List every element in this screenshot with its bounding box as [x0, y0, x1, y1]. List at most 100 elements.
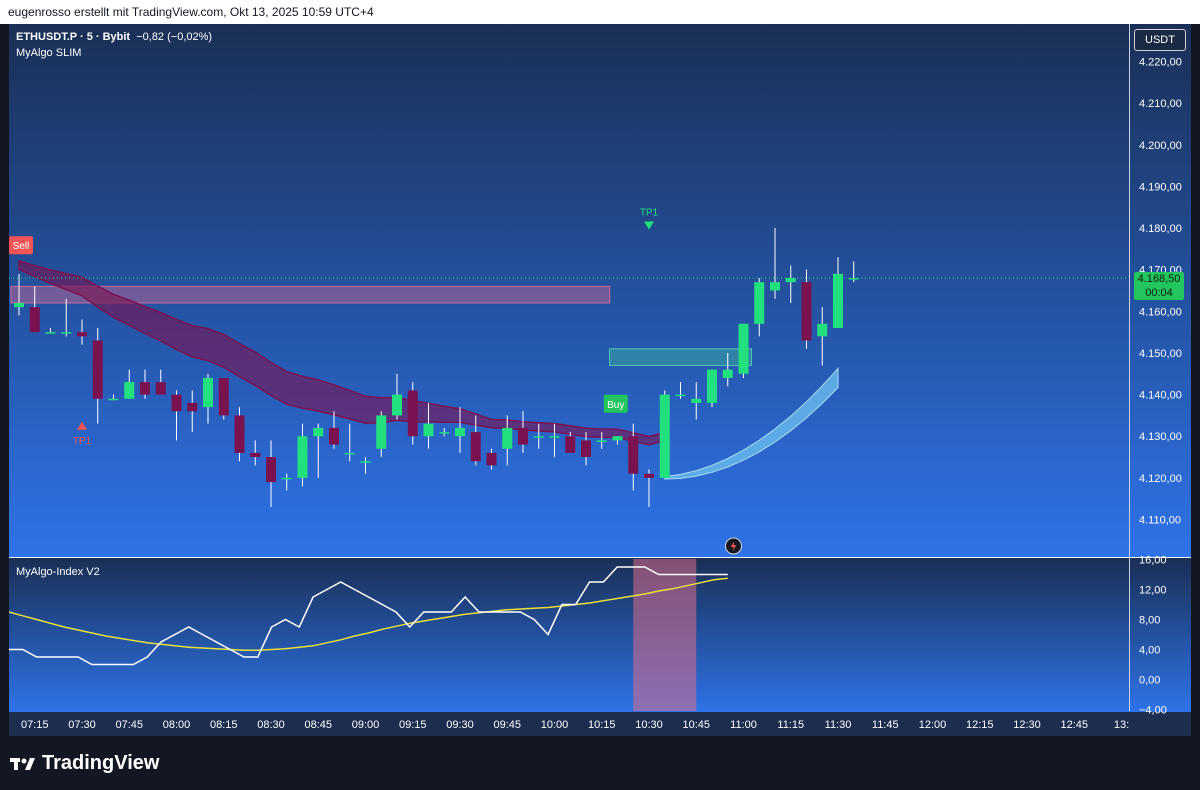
chart-frame[interactable]: 4.220,00 4.210,00 4.200,00 4.190,00 4.180,00…	[9, 24, 1191, 736]
attribution-text: eugenrosso erstellt mit TradingView.com,…	[8, 5, 374, 19]
candle-body	[92, 340, 103, 399]
candle-body	[565, 436, 576, 453]
candle-body	[329, 427, 339, 445]
candle-body	[675, 394, 686, 397]
index-y-tick-label: 0,00	[1139, 675, 1160, 687]
candle-body	[596, 440, 607, 442]
candle-body	[360, 461, 371, 463]
y-tick-label: 4.120,00	[1139, 473, 1182, 485]
symbol-label[interactable]: ETHUSDT.P · 5 · Bybit	[16, 31, 130, 43]
y-tick-label: 4.150,00	[1139, 348, 1182, 360]
index-y-tick-label: 16,00	[1139, 555, 1167, 567]
candle-countdown: 00:04	[1145, 287, 1173, 299]
candle-body	[470, 432, 481, 462]
y-tick-label: 4.220,00	[1139, 56, 1182, 68]
y-tick-label: 4.210,00	[1139, 98, 1182, 110]
candle-body	[45, 332, 56, 334]
candle-body	[281, 477, 292, 480]
footer: TradingView	[0, 736, 1200, 790]
index-highlight-zone	[633, 559, 697, 711]
x-tick-label: 07:15	[21, 719, 49, 731]
candle-body	[455, 427, 465, 437]
candle-body	[77, 332, 87, 337]
candle-body	[848, 278, 859, 280]
x-tick-label: 07:45	[115, 719, 143, 731]
x-tick-label: 12:15	[966, 719, 994, 731]
y-tick-label: 4.180,00	[1139, 223, 1182, 235]
candle-body	[14, 302, 24, 308]
candle-body	[124, 382, 135, 399]
candle-body	[203, 377, 213, 408]
x-tick-label: 08:00	[163, 719, 191, 731]
index-y-tick-label: 4,00	[1139, 645, 1160, 657]
candle-body	[659, 394, 670, 478]
candle-body	[833, 273, 843, 328]
last-price-tag: 4.168,50 00:04	[1134, 272, 1184, 300]
candle-body	[392, 394, 402, 416]
candle-body	[644, 473, 654, 478]
attribution-bar: eugenrosso erstellt mit TradingView.com,…	[0, 0, 1200, 24]
candle-body	[439, 432, 450, 434]
x-tick-label: 11:45	[872, 719, 899, 731]
index-y-tick-label: 8,00	[1139, 615, 1160, 627]
candle-body	[486, 452, 497, 466]
sell-signal-label: Sell	[13, 241, 30, 252]
x-tick-label: 09:00	[352, 719, 380, 731]
y-tick-label: 4.160,00	[1139, 306, 1182, 318]
candle-body	[108, 398, 119, 401]
candle-body	[612, 436, 623, 441]
candle-body	[297, 436, 308, 478]
candle-body	[707, 369, 717, 403]
tp-label: TP1	[640, 208, 659, 219]
candle-body	[407, 390, 418, 437]
x-tick-label: 12:00	[919, 719, 947, 731]
candle-body	[171, 394, 182, 412]
x-tick-label: 08:15	[210, 719, 238, 731]
y-tick-label: 4.110,00	[1139, 515, 1181, 527]
y-tick-label: 4.200,00	[1139, 140, 1182, 152]
x-tick-label: 09:30	[446, 719, 474, 731]
indicator-label[interactable]: MyAlgo SLIM	[16, 47, 212, 59]
candle-body	[344, 452, 355, 455]
y-tick-label: 4.140,00	[1139, 390, 1182, 402]
chart-canvas[interactable]: 4.220,00 4.210,00 4.200,00 4.190,00 4.180,00…	[9, 24, 1191, 736]
candle-body	[770, 282, 780, 291]
tradingview-logo[interactable]: TradingView	[10, 752, 159, 775]
y-tick-label: 4.190,00	[1139, 181, 1182, 193]
candle-body	[423, 423, 434, 437]
main-legend: ETHUSDT.P · 5 · Bybit −0,82 (−0,02%) MyA…	[16, 31, 212, 59]
x-tick-label: 08:30	[257, 719, 285, 731]
candle-body	[218, 377, 229, 416]
x-tick-label: 10:45	[682, 719, 710, 731]
candle-body	[754, 282, 765, 324]
candle-body	[691, 398, 702, 403]
candle-body	[722, 369, 733, 378]
candle-body	[376, 415, 387, 449]
candle-body	[250, 452, 261, 458]
candle-body	[266, 457, 276, 483]
x-tick-label: 10:00	[541, 719, 569, 731]
index-y-tick-label: −4,00	[1139, 705, 1167, 717]
brand-name: TradingView	[42, 752, 160, 774]
candle-body	[549, 436, 560, 438]
index-legend[interactable]: MyAlgo-Index V2	[16, 566, 100, 578]
tradingview-icon	[10, 757, 35, 770]
buy-signal-label: Buy	[607, 400, 624, 411]
x-tick-label: 08:45	[304, 719, 332, 731]
x-tick-label: 07:30	[68, 719, 96, 731]
index-y-tick-label: 12,00	[1139, 585, 1167, 597]
x-tick-label: 13:	[1114, 719, 1129, 731]
x-tick-label: 11:00	[730, 719, 757, 731]
tp-label: TP1	[73, 436, 92, 447]
candle-body	[533, 436, 544, 438]
x-tick-label: 11:15	[777, 719, 804, 731]
candle-body	[313, 427, 324, 437]
x-tick-label: 10:15	[588, 719, 616, 731]
candle-body	[518, 427, 528, 445]
demand-zone	[609, 348, 752, 366]
candle-body	[502, 427, 513, 449]
x-tick-label: 11:30	[825, 719, 852, 731]
currency-button[interactable]: USDT	[1134, 29, 1186, 51]
candle-body	[29, 307, 40, 333]
x-tick-label: 12:30	[1013, 719, 1041, 731]
